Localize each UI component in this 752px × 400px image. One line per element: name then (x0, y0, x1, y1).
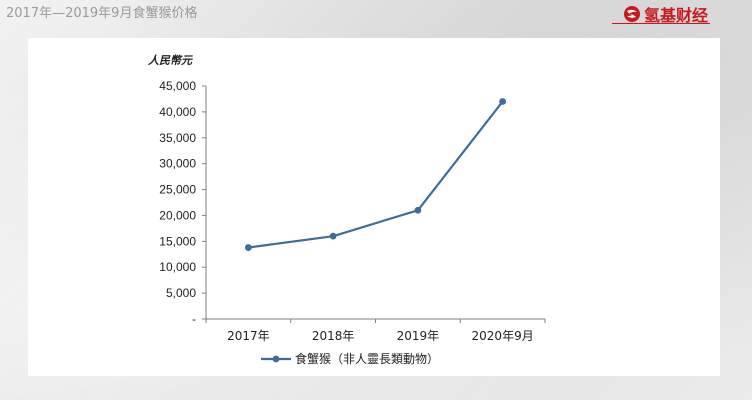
legend-marker (272, 355, 280, 363)
brand-logo-icon (623, 6, 640, 22)
slide-title: 2017年—2019年9月食蟹猴价格 (6, 6, 198, 21)
y-axis-label: 人民幣元 (148, 54, 193, 67)
y-tick-label: 10,000 (159, 260, 196, 274)
brand-underline (612, 23, 710, 24)
series-line (248, 100, 504, 249)
y-tick-label: 5,000 (166, 286, 196, 300)
y-tick-label: 25,000 (159, 183, 196, 197)
x-tick-label: 2019年 (397, 329, 440, 343)
y-tick-label: 45,000 (159, 79, 196, 93)
x-tick-label: 2018年 (312, 329, 355, 343)
chart-card: 人民幣元 - 5,000 10,000 15,000 20,000 25,000 30,00… (28, 38, 720, 376)
data-point (499, 98, 507, 105)
plot-area: - 5,000 10,000 15,000 20,000 25,000 30,000 35,0… (159, 79, 546, 343)
y-tick-label: 30,000 (159, 157, 196, 171)
data-point (329, 232, 337, 240)
x-tick-label: 2020年9月 (472, 329, 534, 343)
legend-label: 食蟹猴（非人靈長類動物） (295, 351, 439, 366)
data-point (244, 244, 252, 251)
x-tick-label: 2017年 (227, 329, 270, 343)
legend: 食蟹猴（非人靈長類動物） (261, 351, 439, 366)
y-tick-label: - (192, 312, 196, 326)
y-tick-label: 15,000 (159, 234, 196, 248)
y-tick-label: 20,000 (159, 208, 196, 222)
line-chart: 人民幣元 - 5,000 10,000 15,000 20,000 25,000 30,00… (148, 54, 546, 366)
y-tick-label: 35,000 (159, 131, 196, 145)
slide-header: 2017年—2019年9月食蟹猴价格 氢基财经 (0, 0, 752, 26)
data-point (414, 206, 422, 214)
y-tick-label: 40,000 (159, 105, 196, 119)
